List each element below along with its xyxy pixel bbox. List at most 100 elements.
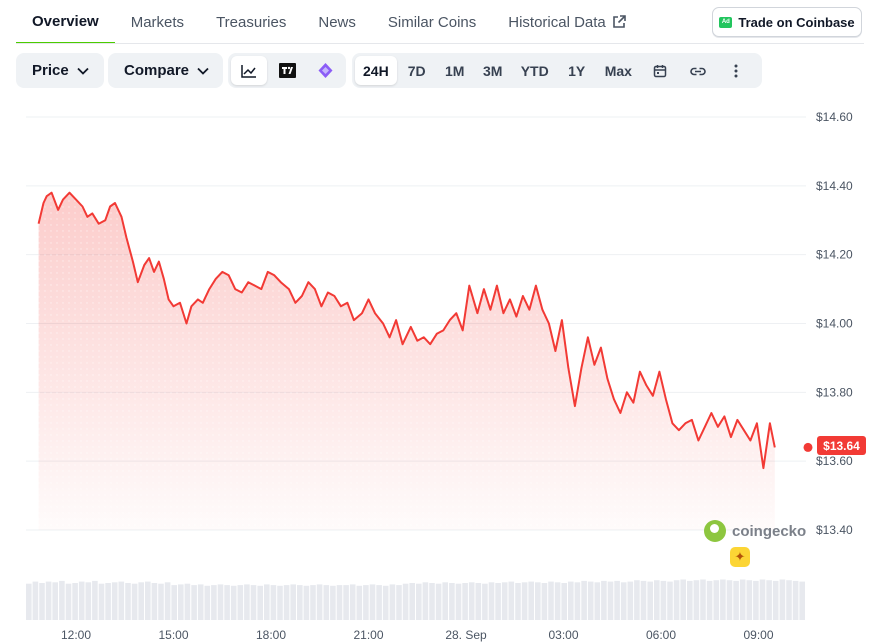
volume-bar [435,583,442,620]
volume-bar [442,582,448,620]
volume-bar [561,583,567,620]
volume-bar [45,581,52,620]
volume-bar [250,585,257,620]
volume-bar [125,583,131,620]
volume-bar [515,583,521,620]
volume-bar [587,581,594,620]
volume-bar [647,581,653,620]
volume-bar [528,581,534,620]
current-price-marker [803,442,813,452]
volume-bar [581,580,587,620]
volume-bar [468,582,475,620]
volume-bar [32,581,39,620]
volume-bar [416,583,422,620]
volume-bar [501,582,508,620]
volume-bar [720,579,726,620]
volume-bar [85,582,92,620]
volume-bar [640,580,647,620]
x-tick-label: 12:00 [61,628,91,642]
volume-bar [39,583,45,620]
volume-bar [548,581,554,620]
volume-bar [574,582,581,620]
volume-bar [230,585,237,620]
volume-bar [614,580,620,620]
volume-bar [72,583,78,620]
volume-bar [607,581,614,620]
volume-bar [283,585,290,620]
volume-bar [356,585,363,620]
x-tick-label: 15:00 [158,628,188,642]
volume-bar [746,580,753,620]
volume-bar [78,581,85,620]
volume-bar [197,584,204,620]
volume-bar [178,584,184,620]
volume-bar [158,583,164,620]
volume-bar [455,583,462,620]
x-tick-label: 06:00 [646,628,676,642]
watermark-text: coingecko [732,522,807,540]
coingecko-watermark: coingecko [704,520,806,542]
volume-bar [164,582,171,620]
volume-bar [799,581,805,620]
coingecko-logo-icon [704,520,726,542]
volume-bar [290,584,296,620]
volume-bar [98,583,105,620]
volume-bar [726,580,733,620]
volume-bar [65,583,72,620]
volume-bar [297,585,303,620]
volume-bar [111,582,118,620]
volume-bar [151,583,158,620]
volume-bar [396,585,402,620]
volume-bar [323,585,330,620]
volume-bar [105,583,111,620]
volume-bar [568,581,574,620]
volume-bar [673,580,680,620]
x-tick-label: 03:00 [548,628,578,642]
volume-bar [713,580,720,620]
volume-bar [369,584,376,620]
volume-bar [554,582,561,620]
volume-bar [693,580,700,620]
volume-bar [310,585,316,620]
price-area-texture [38,192,775,530]
volume-bar [382,585,389,620]
volume-bar [270,585,277,620]
volume-bar [654,580,660,620]
volume-bar [171,585,177,620]
ai-assistant-icon[interactable]: ✦ [730,547,750,567]
volume-bar [687,580,693,620]
y-tick-label: $14.20 [816,248,853,262]
volume-bar [594,582,601,620]
volume-bar [184,583,191,620]
volume-bar [244,584,250,620]
volume-bar [52,582,58,620]
volume-bar [667,581,673,620]
volume-bar [363,585,369,620]
volume-bar [535,582,541,620]
volume-bar [343,585,349,620]
volume-bar [118,581,125,620]
volume-bar [627,581,634,620]
volume-bar [264,584,270,620]
volume-bar [521,582,528,620]
x-tick-label: 18:00 [256,628,286,642]
volume-bar [660,580,667,620]
volume-bar [257,585,263,620]
volume-bar [138,582,144,620]
volume-bar [495,583,501,620]
volume-bar [792,580,799,620]
volume-bar [376,585,382,620]
current-price-badge: $13.64 [817,436,866,455]
volume-bar [330,585,336,620]
volume-bar [217,584,224,620]
volume-bar [733,580,739,620]
volume-bar [634,580,640,620]
volume-bar [336,585,343,620]
volume-bar [211,585,217,620]
volume-bar [224,585,230,620]
volume-bar [316,584,323,620]
volume-bar [303,585,310,620]
volume-bar [429,583,435,620]
volume-bar [92,580,98,620]
volume-bar [541,583,548,620]
